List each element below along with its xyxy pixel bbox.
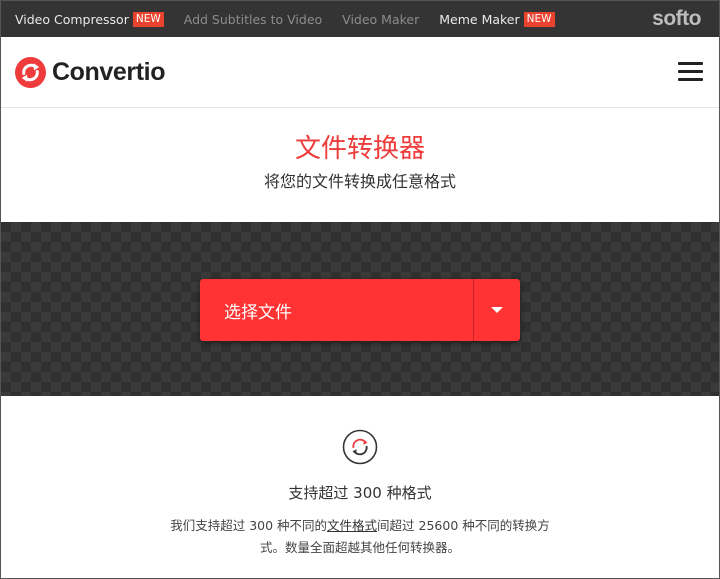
formats-description: 我们支持超过 300 种不同的文件格式间超过 25600 种不同的转换方式。数量… xyxy=(160,515,560,559)
convertio-logo-icon xyxy=(15,56,46,88)
upload-area: 选择文件 xyxy=(1,222,719,396)
convertio-logo[interactable]: Convertio xyxy=(15,56,166,88)
topbar-link-label: Add Subtitles to Video xyxy=(183,11,323,27)
hero-section: 文件转换器 将您的文件转换成任意格式 xyxy=(1,108,719,222)
choose-file-button-group: 选择文件 xyxy=(200,279,520,341)
formats-heading: 支持超过 300 种格式 xyxy=(288,484,432,502)
file-formats-link[interactable]: 文件格式 xyxy=(327,518,377,533)
topbar-link-label: Video Compressor xyxy=(15,11,129,27)
caret-down-icon xyxy=(491,307,503,313)
softo-brand-logo[interactable]: softo xyxy=(652,7,701,31)
topbar-link-video-compressor[interactable]: Video Compressor NEW xyxy=(15,11,164,27)
choose-files-button[interactable]: 选择文件 xyxy=(200,279,473,341)
page-title: 文件转换器 xyxy=(294,134,425,164)
source-dropdown-button[interactable] xyxy=(474,279,520,341)
convert-cycle-icon xyxy=(342,429,378,465)
topbar-link-meme-maker[interactable]: Meme Maker NEW xyxy=(439,11,555,27)
topbar-link-label: Meme Maker xyxy=(439,11,520,27)
topbar-link-video-maker[interactable]: Video Maker xyxy=(342,12,419,27)
site-header: Convertio xyxy=(1,37,719,108)
new-badge: NEW xyxy=(523,11,555,27)
choose-files-label: 选择文件 xyxy=(224,302,292,323)
new-badge: NEW xyxy=(132,11,164,27)
top-bar: Video Compressor NEW Add Subtitles to Vi… xyxy=(1,1,719,37)
topbar-link-label: Video Maker xyxy=(342,11,420,27)
topbar-link-add-subtitles[interactable]: Add Subtitles to Video xyxy=(184,12,322,27)
desc-text-part1: 我们支持超过 300 种不同的 xyxy=(170,518,328,533)
hamburger-menu-icon[interactable] xyxy=(678,62,703,81)
features-section: 支持超过 300 种格式 我们支持超过 300 种不同的文件格式间超过 2560… xyxy=(1,396,719,559)
logo-text: Convertio xyxy=(52,57,166,86)
page-subtitle: 将您的文件转换成任意格式 xyxy=(263,172,456,191)
